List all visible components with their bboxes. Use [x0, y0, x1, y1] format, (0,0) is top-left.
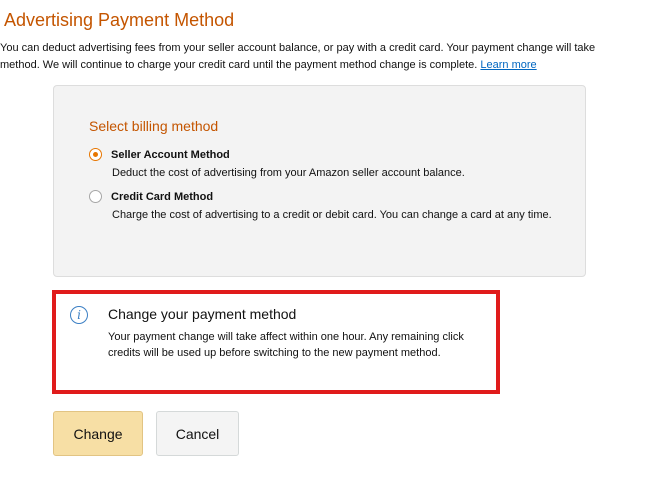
intro-text: You can deduct advertising fees from you… [0, 40, 650, 74]
learn-more-link[interactable]: Learn more [480, 59, 536, 71]
seller-account-label[interactable]: Seller Account Method [111, 149, 230, 161]
credit-card-radio-row[interactable]: Credit Card Method [89, 190, 569, 203]
page-title: Advertising Payment Method [4, 10, 235, 30]
seller-account-radio-row[interactable]: Seller Account Method [89, 148, 569, 161]
change-button[interactable]: Change [53, 411, 143, 456]
billing-method-panel: Select billing method Seller Account Met… [53, 85, 586, 277]
seller-account-description: Deduct the cost of advertising from your… [112, 167, 465, 179]
intro-line-2-text: method. We will continue to charge your … [0, 59, 478, 71]
credit-card-description: Charge the cost of advertising to a cred… [112, 209, 552, 221]
intro-line-1: You can deduct advertising fees from you… [0, 42, 596, 54]
alert-body: Your payment change will take affect wit… [108, 331, 464, 359]
intro-line-2: method. We will continue to charge your … [0, 57, 650, 74]
info-icon: i [70, 306, 88, 324]
seller-account-radio[interactable] [89, 148, 102, 161]
cancel-button[interactable]: Cancel [156, 411, 239, 456]
credit-card-radio[interactable] [89, 190, 102, 203]
billing-option-credit-card: Credit Card Method Charge the cost of ad… [89, 190, 569, 223]
credit-card-label[interactable]: Credit Card Method [111, 191, 213, 203]
billing-option-seller-account: Seller Account Method Deduct the cost of… [89, 148, 569, 181]
alert-title: Change your payment method [108, 306, 297, 322]
payment-change-alert: i Change your payment method Your paymen… [52, 290, 500, 394]
billing-method-title: Select billing method [89, 118, 219, 134]
